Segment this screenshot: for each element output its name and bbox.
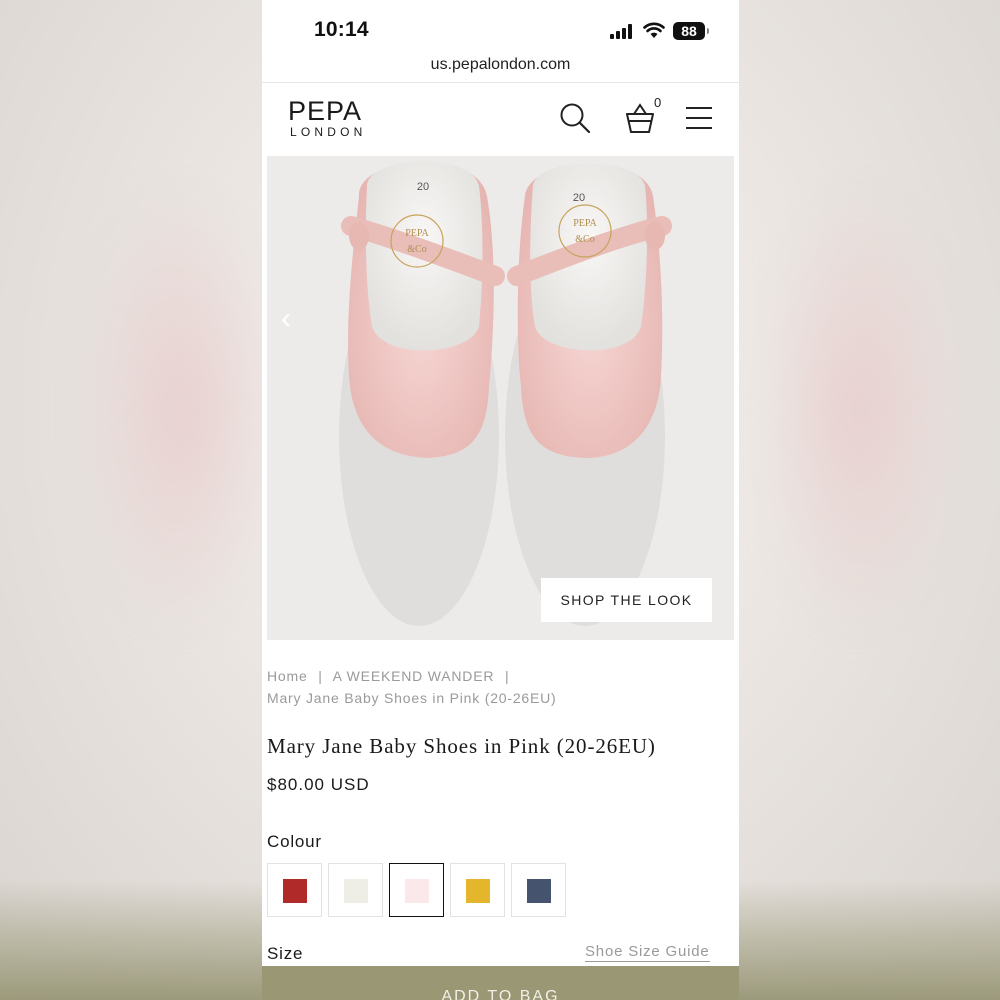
hamburger-menu-icon[interactable]: [686, 107, 712, 129]
insole-brand-text-3: PEPA: [573, 218, 597, 229]
colour-swatch-red[interactable]: [267, 863, 322, 917]
swatch-chip: [466, 879, 490, 903]
carousel-prev-arrow-icon[interactable]: ‹: [281, 302, 301, 336]
cellular-signal-icon: [610, 23, 634, 39]
search-icon[interactable]: [558, 101, 592, 135]
wifi-icon: [643, 22, 665, 38]
colour-swatch-ivory[interactable]: [328, 863, 383, 917]
shop-the-look-button[interactable]: SHOP THE LOOK: [541, 578, 712, 622]
colour-swatch-navy[interactable]: [511, 863, 566, 917]
swatch-chip: [283, 879, 307, 903]
phone-screen: 10:14 88 us.pepalondon.com PEPA LONDON 0…: [262, 0, 739, 1000]
logo-sub-text: LONDON: [290, 125, 367, 139]
insole-brand-text-4: &Co: [575, 234, 594, 245]
insole-brand-text: PEPA: [405, 228, 429, 239]
colour-swatch-pink[interactable]: [389, 863, 444, 917]
background-blur-right: [760, 180, 960, 640]
add-to-bag-button[interactable]: ADD TO BAG: [262, 966, 739, 1000]
product-photo-pink-mary-janes: PEPA &Co 20 PEPA &Co 20: [339, 161, 672, 626]
browser-url[interactable]: us.pepalondon.com: [262, 56, 739, 82]
swatch-chip: [527, 879, 551, 903]
swatch-chip: [344, 879, 368, 903]
insole-size-text: 20: [417, 181, 429, 193]
battery-indicator: 88: [673, 22, 709, 40]
status-time: 10:14: [314, 18, 369, 41]
site-header: PEPA LONDON 0: [262, 83, 739, 155]
breadcrumb-separator: |: [318, 668, 323, 684]
colour-swatch-yellow[interactable]: [450, 863, 505, 917]
size-label: Size: [267, 944, 304, 963]
product-title: Mary Jane Baby Shoes in Pink (20-26EU): [267, 734, 656, 758]
swatch-chip: [405, 879, 429, 903]
breadcrumb: Home | A WEEKEND WANDER | Mary Jane Baby…: [267, 665, 727, 709]
logo-main-text: PEPA: [288, 96, 363, 126]
pepa-london-logo[interactable]: PEPA LONDON: [288, 97, 367, 139]
insole-size-text-2: 20: [573, 192, 585, 204]
breadcrumb-separator: |: [504, 668, 510, 684]
product-image-carousel[interactable]: PEPA &Co 20 PEPA &Co 20 ‹ SHOP THE LOOK: [267, 156, 734, 640]
product-price: $80.00 USD: [267, 775, 370, 794]
insole-brand-text-2: &Co: [407, 244, 426, 255]
breadcrumb-collection-link[interactable]: A WEEKEND WANDER: [333, 668, 495, 684]
breadcrumb-home-link[interactable]: Home: [267, 668, 308, 684]
basket-icon[interactable]: [624, 101, 656, 135]
background-blur-left: [80, 180, 280, 640]
shoe-size-guide-link[interactable]: Shoe Size Guide: [585, 943, 710, 962]
colour-label: Colour: [267, 832, 322, 851]
status-bar: 10:14 88: [262, 0, 739, 56]
cart-count-badge: 0: [654, 95, 662, 110]
breadcrumb-current: Mary Jane Baby Shoes in Pink (20-26EU): [267, 690, 557, 706]
